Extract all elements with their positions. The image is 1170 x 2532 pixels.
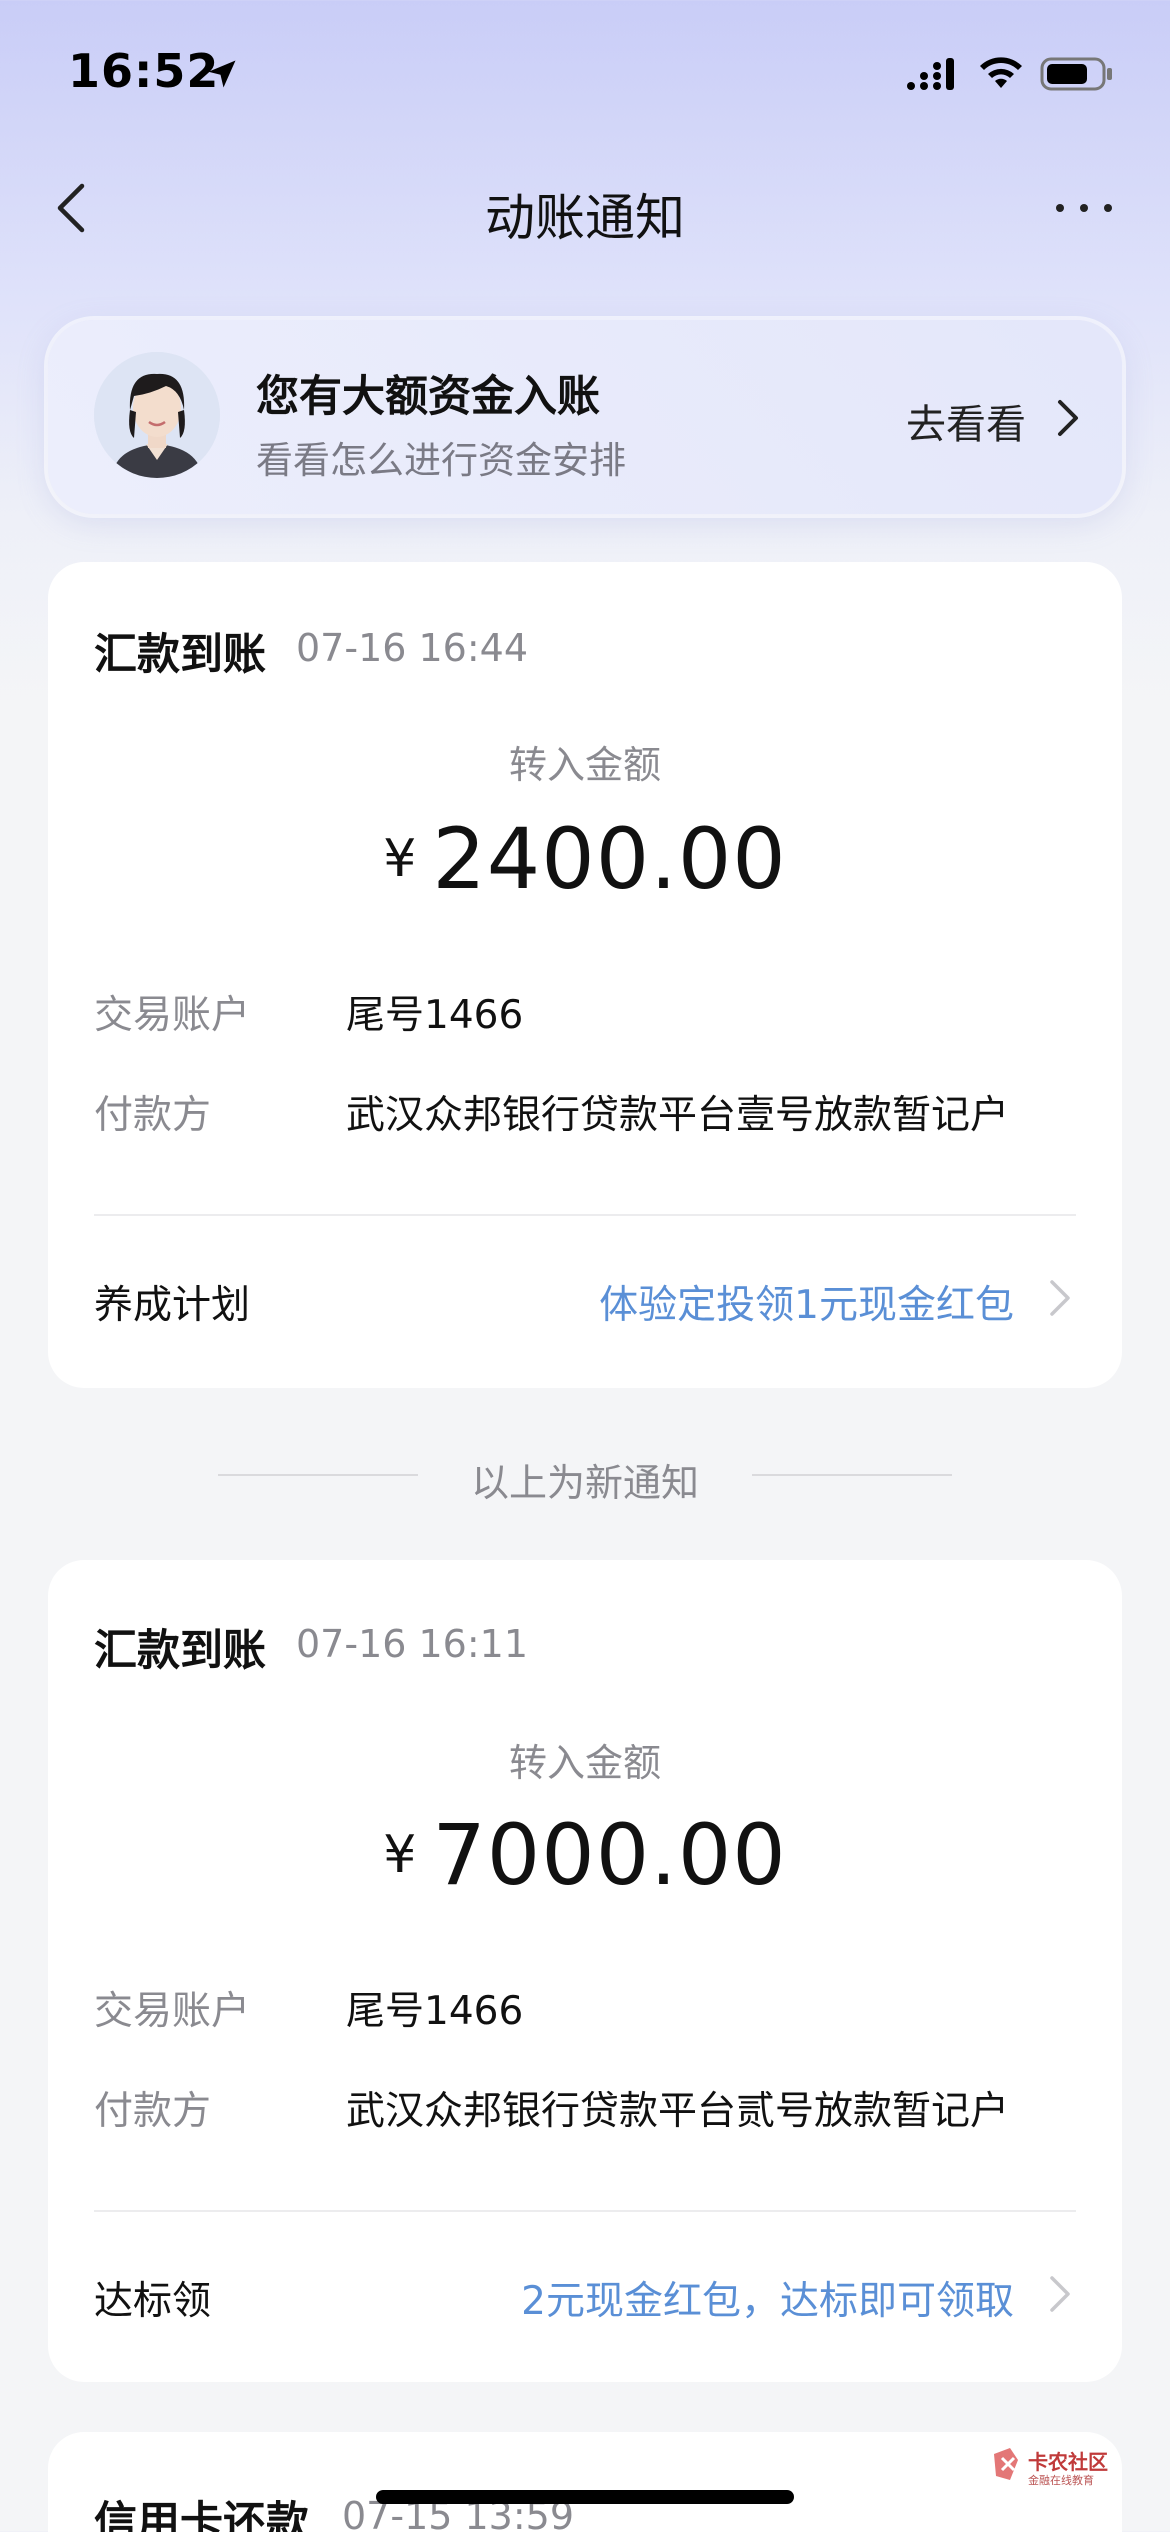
new-notification-separator: 以上为新通知 [0, 1452, 1170, 1505]
banner-subtitle: 看看怎么进行资金安排 [256, 439, 626, 482]
separator-line [752, 1474, 952, 1476]
cellular-signal-icon [907, 58, 954, 90]
account-label: 交易账户 [94, 993, 251, 1038]
promo-label: 达标领 [94, 2279, 212, 2324]
notification-card[interactable]: 信用卡还款 07-15 13:59 [48, 2432, 1122, 2532]
promo-label: 养成计划 [94, 1283, 251, 1328]
advisor-avatar [94, 352, 220, 478]
currency-symbol: ¥ [383, 829, 417, 889]
home-indicator[interactable] [376, 2490, 794, 2504]
payer-label: 付款方 [94, 2089, 212, 2134]
payer-label: 付款方 [94, 1093, 212, 1138]
notification-card[interactable]: 汇款到账 07-16 16:44 转入金额 ¥2400.00 交易账户 尾号14… [48, 562, 1122, 1388]
amount-number: 7000.00 [432, 1806, 787, 1904]
notification-type: 汇款到账 [94, 630, 266, 680]
page-title: 动账通知 [485, 189, 685, 247]
amount-value: ¥2400.00 [48, 810, 1122, 908]
large-deposit-banner[interactable]: 您有大额资金入账 看看怎么进行资金安排 去看看 [48, 320, 1122, 514]
amount-value: ¥7000.00 [48, 1806, 1122, 1904]
divider [94, 1214, 1076, 1216]
account-value: 尾号1466 [346, 993, 524, 1038]
chevron-right-icon [1058, 400, 1078, 436]
account-value: 尾号1466 [346, 1989, 524, 2034]
amount-label: 转入金额 [508, 743, 661, 787]
currency-symbol: ¥ [383, 1825, 417, 1885]
notification-time: 07-16 16:11 [296, 1622, 529, 1666]
payer-value: 武汉众邦银行贷款平台贰号放款暂记户 [346, 2089, 1010, 2134]
banner-title: 您有大额资金入账 [256, 372, 600, 422]
promo-link[interactable]: 体验定投领1元现金红包 [599, 1274, 1014, 1330]
amount-label: 转入金额 [508, 1741, 661, 1785]
wifi-icon [980, 57, 1022, 88]
more-options-icon[interactable] [1052, 200, 1116, 216]
chevron-right-icon [1050, 1280, 1070, 1316]
notification-time: 07-16 16:44 [296, 626, 529, 670]
amount-number: 2400.00 [432, 810, 787, 908]
watermark-subtext: 金融在线教育 [1028, 2474, 1094, 2487]
watermark-text: 卡农社区 [1028, 2450, 1108, 2474]
separator-text: 以上为新通知 [470, 1461, 699, 1505]
status-time: 16:52 [68, 44, 220, 98]
notification-type: 信用卡还款 [94, 2498, 309, 2532]
banner-cta-button[interactable]: 去看看 [906, 392, 1026, 450]
location-arrow-icon [208, 60, 236, 88]
payer-value: 武汉众邦银行贷款平台壹号放款暂记户 [346, 1093, 1010, 1138]
status-bar: 16:52 [0, 0, 1170, 150]
notification-type: 汇款到账 [94, 1626, 266, 1676]
divider [94, 2210, 1076, 2212]
account-label: 交易账户 [94, 1989, 251, 2034]
chevron-right-icon [1050, 2276, 1070, 2312]
notification-card[interactable]: 汇款到账 07-16 16:11 转入金额 ¥7000.00 交易账户 尾号14… [48, 1560, 1122, 2382]
battery-icon [1040, 57, 1112, 91]
promo-link[interactable]: 2元现金红包，达标即可领取 [521, 2270, 1014, 2326]
